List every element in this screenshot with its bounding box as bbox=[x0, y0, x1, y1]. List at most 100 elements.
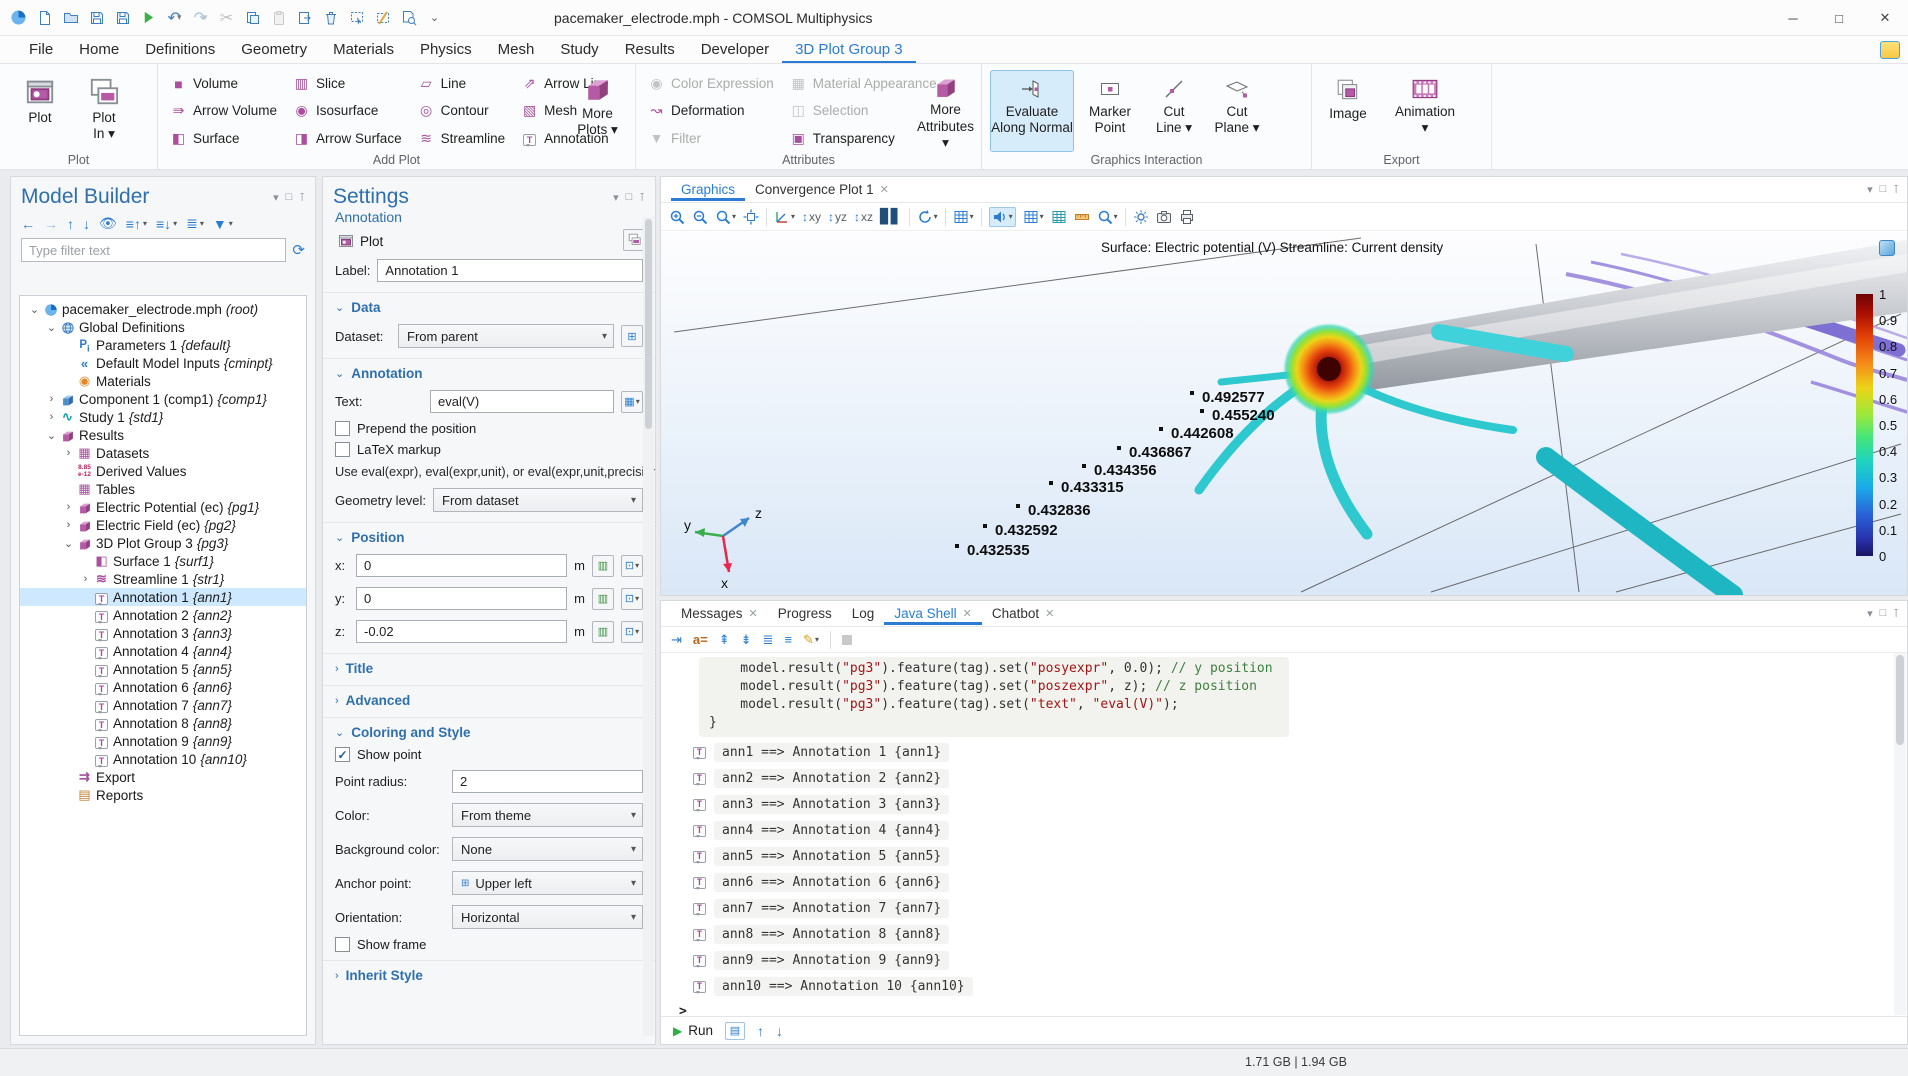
tree-expander-icon[interactable]: ⌄ bbox=[62, 537, 75, 550]
close-tab-icon[interactable]: ✕ bbox=[749, 607, 758, 620]
move-up-icon[interactable]: ↑ bbox=[67, 216, 74, 232]
more-attributes-button[interactable]: More Attributes ▾ bbox=[916, 70, 975, 152]
console-tab-progress[interactable]: Progress bbox=[768, 603, 842, 625]
panel-float-icon[interactable]: □ bbox=[1880, 183, 1887, 196]
tree-item-annotation-2[interactable]: TAnnotation 2{ann2} bbox=[20, 606, 306, 624]
orthographic-view-icon[interactable]: ▊▋ bbox=[880, 208, 902, 225]
background-color-dropdown[interactable]: None bbox=[452, 837, 643, 861]
y-position-input[interactable] bbox=[356, 587, 567, 610]
zoom-extents-icon[interactable] bbox=[743, 209, 759, 225]
tree-item-streamline-1[interactable]: ›≋Streamline 1{str1} bbox=[20, 570, 306, 588]
x-expression-button[interactable]: ⊡▾ bbox=[621, 555, 643, 577]
maximize-button[interactable]: □ bbox=[1816, 0, 1862, 36]
tree-item-annotation-6[interactable]: TAnnotation 6{ann6} bbox=[20, 678, 306, 696]
ribbon-tab-definitions[interactable]: Definitions bbox=[132, 37, 228, 63]
tree-item-annotation-4[interactable]: TAnnotation 4{ann4} bbox=[20, 642, 306, 660]
shell-prompt[interactable]: > bbox=[679, 1004, 1893, 1015]
add-plot-arrow-surface-button[interactable]: ◨Arrow Surface bbox=[289, 125, 410, 152]
java-shell-output[interactable]: model.result("pg3").feature(tag).set("po… bbox=[661, 653, 1893, 1015]
panel-menu-icon[interactable]: ▾ bbox=[1867, 607, 1873, 620]
tree-item-annotation-10[interactable]: TAnnotation 10{ann10} bbox=[20, 750, 306, 768]
tree-item-reports[interactable]: ▤Reports bbox=[20, 786, 306, 804]
show-frame-checkbox[interactable] bbox=[335, 937, 350, 952]
section-advanced[interactable]: ›Advanced bbox=[323, 685, 655, 712]
console-tab-java-shell[interactable]: Java Shell✕ bbox=[884, 603, 982, 625]
section-annotation[interactable]: ⌄Annotation bbox=[323, 358, 655, 385]
run-button[interactable]: ▶ Run bbox=[673, 1023, 713, 1038]
panel-menu-icon[interactable]: ▾ bbox=[613, 191, 619, 204]
point-radius-input[interactable] bbox=[452, 770, 643, 793]
insert-expression-button[interactable]: ▦▾ bbox=[621, 391, 643, 413]
close-tab-icon[interactable]: ✕ bbox=[1045, 607, 1054, 620]
measure-icon[interactable] bbox=[1074, 209, 1090, 225]
add-plot-contour-button[interactable]: ◎Contour bbox=[414, 97, 514, 124]
section-title[interactable]: ›Title bbox=[323, 653, 655, 680]
tree-item-surface-1[interactable]: ◧Surface 1{surf1} bbox=[20, 552, 306, 570]
expand-all-icon[interactable]: ≡↓▾ bbox=[156, 216, 177, 232]
tree-item-default-model-inputs[interactable]: «Default Model Inputs{cminpt} bbox=[20, 354, 306, 372]
evaluate-along-normal-button[interactable]: Evaluate Along Normal bbox=[990, 70, 1074, 152]
cut-plane-button[interactable]: Cut Plane ▾ bbox=[1206, 70, 1268, 152]
annotation-label-input[interactable] bbox=[377, 259, 643, 282]
close-tab-icon[interactable]: ✕ bbox=[880, 183, 889, 196]
ribbon-tab-physics[interactable]: Physics bbox=[407, 37, 485, 63]
prepend-position-checkbox[interactable] bbox=[335, 421, 350, 436]
add-plot-streamline-button[interactable]: ≋Streamline bbox=[414, 125, 514, 152]
new-file-icon[interactable] bbox=[36, 9, 53, 26]
tree-item-derived-values[interactable]: 8.85e-12Derived Values bbox=[20, 462, 306, 480]
section-coloring-style[interactable]: ⌄Coloring and Style bbox=[323, 717, 655, 744]
ribbon-tab-results[interactable]: Results bbox=[612, 37, 688, 63]
panel-float-icon[interactable]: □ bbox=[286, 191, 293, 204]
save-icon[interactable] bbox=[88, 9, 105, 26]
find-icon[interactable] bbox=[400, 9, 417, 26]
tree-item-annotation-5[interactable]: TAnnotation 5{ann5} bbox=[20, 660, 306, 678]
add-plot-surface-button[interactable]: ◧Surface bbox=[166, 125, 285, 152]
cut-icon[interactable]: ✂ bbox=[218, 9, 235, 26]
tree-item-electric-potential-ec-[interactable]: ›Electric Potential (ec){pg1} bbox=[20, 498, 306, 516]
panel-pin-icon[interactable]: ⊺ bbox=[639, 191, 645, 204]
minimize-button[interactable]: ─ bbox=[1770, 0, 1816, 36]
console-tab-messages[interactable]: Messages✕ bbox=[671, 603, 768, 625]
cut-line-button[interactable]: Cut Line ▾ bbox=[1146, 70, 1202, 152]
zoom-in-icon[interactable] bbox=[669, 209, 685, 225]
graphics-tab-graphics[interactable]: Graphics bbox=[671, 179, 745, 201]
tree-expander-icon[interactable]: ⌄ bbox=[45, 321, 58, 334]
show-icon[interactable]: 👁 bbox=[99, 215, 117, 232]
tree-item-annotation-7[interactable]: TAnnotation 7{ann7} bbox=[20, 696, 306, 714]
panel-float-icon[interactable]: □ bbox=[626, 191, 633, 204]
tree-filter-input[interactable] bbox=[21, 238, 286, 262]
collapse-all-icon[interactable]: ≡↑▾ bbox=[126, 216, 147, 232]
console-tab-log[interactable]: Log bbox=[842, 603, 885, 625]
z-expression-button[interactable]: ⊡▾ bbox=[621, 621, 643, 643]
view-xz-icon[interactable]: ↕xz bbox=[854, 210, 873, 224]
settings-plot-button[interactable]: Plot bbox=[333, 230, 392, 252]
show-entries-icon[interactable]: ≣ bbox=[763, 632, 774, 648]
attribute-deformation-button[interactable]: ↝Deformation bbox=[644, 97, 782, 124]
tree-item-3d-plot-group-3[interactable]: ⌄3D Plot Group 3{pg3} bbox=[20, 534, 306, 552]
tree-item-datasets[interactable]: ›▦Datasets bbox=[20, 444, 306, 462]
update-plot-icon[interactable] bbox=[1133, 209, 1149, 225]
previous-command-icon[interactable]: ↑ bbox=[757, 1023, 764, 1039]
panel-float-icon[interactable]: □ bbox=[1880, 607, 1887, 620]
section-position[interactable]: ⌄Position bbox=[323, 522, 655, 549]
ribbon-tab-study[interactable]: Study bbox=[547, 37, 611, 63]
color-table-icon[interactable] bbox=[1051, 209, 1067, 225]
tree-item-results[interactable]: ⌄Results bbox=[20, 426, 306, 444]
tree-item-global-definitions[interactable]: ⌄Global Definitions bbox=[20, 318, 306, 336]
tree-item-annotation-9[interactable]: TAnnotation 9{ann9} bbox=[20, 732, 306, 750]
go-to-view-icon[interactable]: ▾ bbox=[774, 209, 795, 225]
view-xy-icon[interactable]: ↕xy bbox=[802, 210, 821, 224]
range-button[interactable]: ▥ bbox=[592, 621, 614, 643]
delete-icon[interactable] bbox=[322, 9, 339, 26]
ribbon-tab-materials[interactable]: Materials bbox=[320, 37, 407, 63]
tree-item-electric-field-ec-[interactable]: ›Electric Field (ec){pg2} bbox=[20, 516, 306, 534]
tree-item-materials[interactable]: ◉Materials bbox=[20, 372, 306, 390]
tree-item-parameters-1[interactable]: PiParameters 1{default} bbox=[20, 336, 306, 354]
filter-icon[interactable]: ▼▾ bbox=[213, 216, 233, 232]
more-plots-button[interactable]: More Plots ▾ bbox=[568, 70, 627, 152]
plot-properties-icon[interactable] bbox=[1879, 240, 1895, 256]
plot-button[interactable]: Plot bbox=[8, 70, 72, 152]
tree-item-annotation-8[interactable]: TAnnotation 8{ann8} bbox=[20, 714, 306, 732]
format-code-icon[interactable]: ⇥ bbox=[671, 632, 682, 648]
view-yz-icon[interactable]: ↕yz bbox=[828, 210, 847, 224]
